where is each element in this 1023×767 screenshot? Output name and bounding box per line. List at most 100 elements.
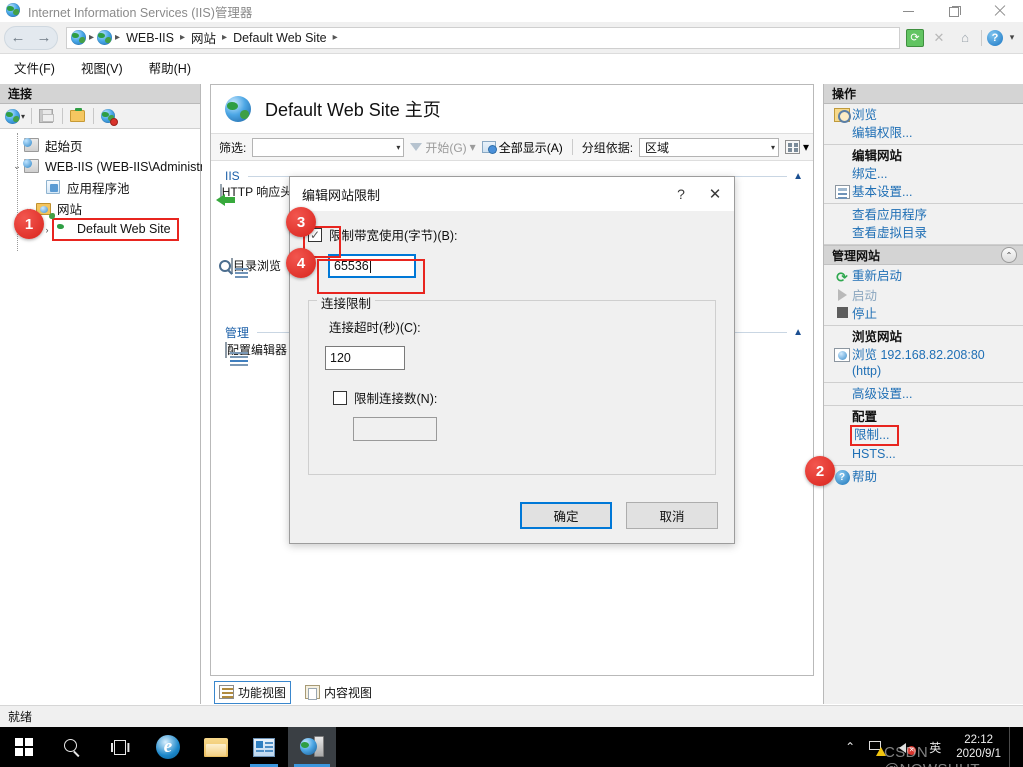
configuration-editor-icon: [224, 342, 248, 358]
collapse-icon[interactable]: ⌃: [1001, 247, 1017, 263]
minimize-button[interactable]: [885, 0, 931, 22]
taskbar: e ⌃ ✕ 英 22:12 2020/9/1: [0, 727, 1023, 767]
breadcrumb-separator: ▸: [332, 32, 338, 43]
home-icon[interactable]: ⌂: [954, 27, 976, 49]
action-edit-permissions[interactable]: 编辑权限...: [824, 124, 1023, 142]
action-restart[interactable]: ⟳ 重新启动: [824, 267, 1023, 287]
file-explorer-button[interactable]: [192, 727, 240, 767]
ok-button[interactable]: 确定: [520, 501, 612, 529]
timeout-label: 连接超时(秒)(C):: [329, 321, 421, 335]
server-manager-button[interactable]: [240, 727, 288, 767]
action-title: 浏览网站: [852, 330, 903, 344]
connection-limits-legend: 连接限制: [317, 293, 376, 312]
tree-item-start-page[interactable]: 起始页: [0, 135, 200, 156]
back-button[interactable]: ←: [5, 26, 31, 50]
action-browse[interactable]: 浏览: [824, 106, 1023, 124]
feature-tile-directory-browsing[interactable]: 目录浏览: [217, 257, 295, 274]
action-browse-site-link[interactable]: 浏览 192.168.82.208:80 (http): [824, 346, 1023, 380]
internet-explorer-button[interactable]: e: [144, 727, 192, 767]
action-label: 编辑权限...: [852, 126, 913, 140]
resize-grip-icon[interactable]: [1007, 712, 1019, 724]
connect-icon[interactable]: ▾: [5, 106, 25, 126]
action-hsts[interactable]: HSTS...: [824, 445, 1023, 463]
feature-tile-configuration-editor[interactable]: 配置编辑器: [217, 341, 295, 358]
breadcrumb-server-icon: [97, 30, 113, 45]
dialog-close-button[interactable]: ✕: [696, 179, 734, 209]
start-button[interactable]: [0, 727, 48, 767]
chevron-down-icon[interactable]: ▾: [771, 143, 775, 152]
feature-tile-http-response-headers[interactable]: HTTP 响应头: [215, 183, 295, 206]
filter-input[interactable]: ▾: [252, 137, 405, 157]
maximize-button[interactable]: [931, 0, 977, 22]
internet-explorer-icon: e: [156, 735, 180, 759]
filter-start-button[interactable]: 开始(G) ▾: [410, 139, 476, 156]
actions-section-browse-site: 浏览网站 浏览 192.168.82.208:80 (http): [824, 326, 1023, 383]
help-icon[interactable]: ?: [987, 29, 1003, 46]
action-label-limits: 限制...: [849, 425, 900, 446]
forward-button[interactable]: →: [31, 26, 57, 50]
close-button[interactable]: [977, 0, 1023, 22]
connections-toolbar: ▾: [0, 104, 200, 129]
menu-item-file[interactable]: 文件(F): [14, 58, 55, 77]
start-page-icon: [23, 137, 41, 154]
feature-tile-label: 配置编辑器: [226, 343, 287, 357]
breadcrumb-item-site[interactable]: Default Web Site: [230, 31, 330, 45]
show-desktop-button[interactable]: [1009, 727, 1017, 767]
task-view-button[interactable]: [96, 727, 144, 767]
marker-1: 1: [14, 209, 44, 239]
breadcrumb-item-sites[interactable]: 网站: [188, 28, 219, 47]
tree-item-application-pools[interactable]: 应用程序池: [0, 177, 200, 198]
action-label: 停止: [852, 307, 878, 321]
action-advanced-settings[interactable]: 高级设置...: [824, 385, 1023, 403]
view-mode-button[interactable]: ▾: [785, 140, 809, 154]
website-icon: [56, 221, 73, 237]
timeout-input[interactable]: 120: [325, 346, 405, 370]
chevron-down-icon[interactable]: ▾: [1007, 27, 1017, 49]
spacer-icon: [832, 125, 852, 126]
breadcrumb[interactable]: ▸ ▸ WEB-IIS ▸ 网站 ▸ Default Web Site ▸: [66, 26, 900, 49]
breadcrumb-item-server[interactable]: WEB-IIS: [123, 31, 177, 45]
clock[interactable]: 22:12 2020/9/1: [948, 733, 1009, 761]
action-limits[interactable]: 限制...: [824, 425, 1023, 446]
chevron-down-icon[interactable]: ▾: [470, 140, 476, 154]
connections-input[interactable]: [353, 417, 437, 441]
toolbar-divider: [981, 29, 982, 46]
action-label: 浏览 192.168.82.208:80 (http): [852, 348, 985, 378]
chevron-down-icon[interactable]: ▾: [803, 140, 809, 154]
volume-muted-icon[interactable]: ✕: [892, 727, 922, 767]
action-help[interactable]: ? 帮助: [824, 468, 1023, 486]
tree-item-label: 网站: [57, 203, 83, 217]
group-by-label: 分组依据:: [581, 140, 634, 155]
show-all-button[interactable]: 全部显示(A): [481, 139, 563, 156]
chevron-up-icon[interactable]: ▲: [793, 327, 803, 338]
search-button[interactable]: [48, 727, 96, 767]
chevron-down-icon[interactable]: ▾: [396, 143, 400, 152]
highlight-box-bandwidth-input: [317, 259, 425, 294]
action-basic-settings[interactable]: 基本设置...: [824, 183, 1023, 201]
chevron-up-icon[interactable]: ▲: [793, 171, 803, 182]
tab-features-view[interactable]: 功能视图: [214, 680, 292, 704]
tree-item-server[interactable]: ⌄ WEB-IIS (WEB-IIS\Administr: [0, 156, 204, 177]
action-stop[interactable]: 停止: [824, 305, 1023, 323]
open-folder-icon[interactable]: [67, 106, 87, 126]
group-by-select[interactable]: 区域 ▾: [639, 137, 780, 157]
action-bindings[interactable]: 绑定...: [824, 165, 1023, 183]
network-warning-icon[interactable]: [862, 727, 892, 767]
basic-settings-icon: [832, 184, 852, 199]
clock-date: 2020/9/1: [956, 748, 1001, 760]
refresh-icon[interactable]: ⟳: [906, 28, 924, 47]
iis-manager-button[interactable]: [288, 727, 336, 767]
tray-overflow-button[interactable]: ⌃: [838, 727, 862, 767]
cancel-button[interactable]: 取消: [626, 501, 718, 529]
edit-website-limits-dialog: 编辑网站限制 ? ✕ ✓ 限制带宽使用(字节)(B): 65536 连接限制 连…: [289, 176, 735, 544]
action-view-virtual-directories[interactable]: 查看虚拟目录: [824, 224, 1023, 242]
disconnect-icon[interactable]: [98, 106, 118, 126]
menu-item-view[interactable]: 视图(V): [81, 58, 123, 77]
menu-item-help[interactable]: 帮助(H): [149, 58, 191, 77]
dialog-help-button[interactable]: ?: [666, 179, 696, 209]
ime-indicator[interactable]: 英: [922, 727, 948, 767]
limit-connections-checkbox[interactable]: [333, 390, 347, 405]
action-view-applications[interactable]: 查看应用程序: [824, 206, 1023, 224]
tab-content-view[interactable]: 内容视图: [301, 682, 376, 703]
limit-connections-row: 限制连接数(N):: [333, 388, 701, 407]
